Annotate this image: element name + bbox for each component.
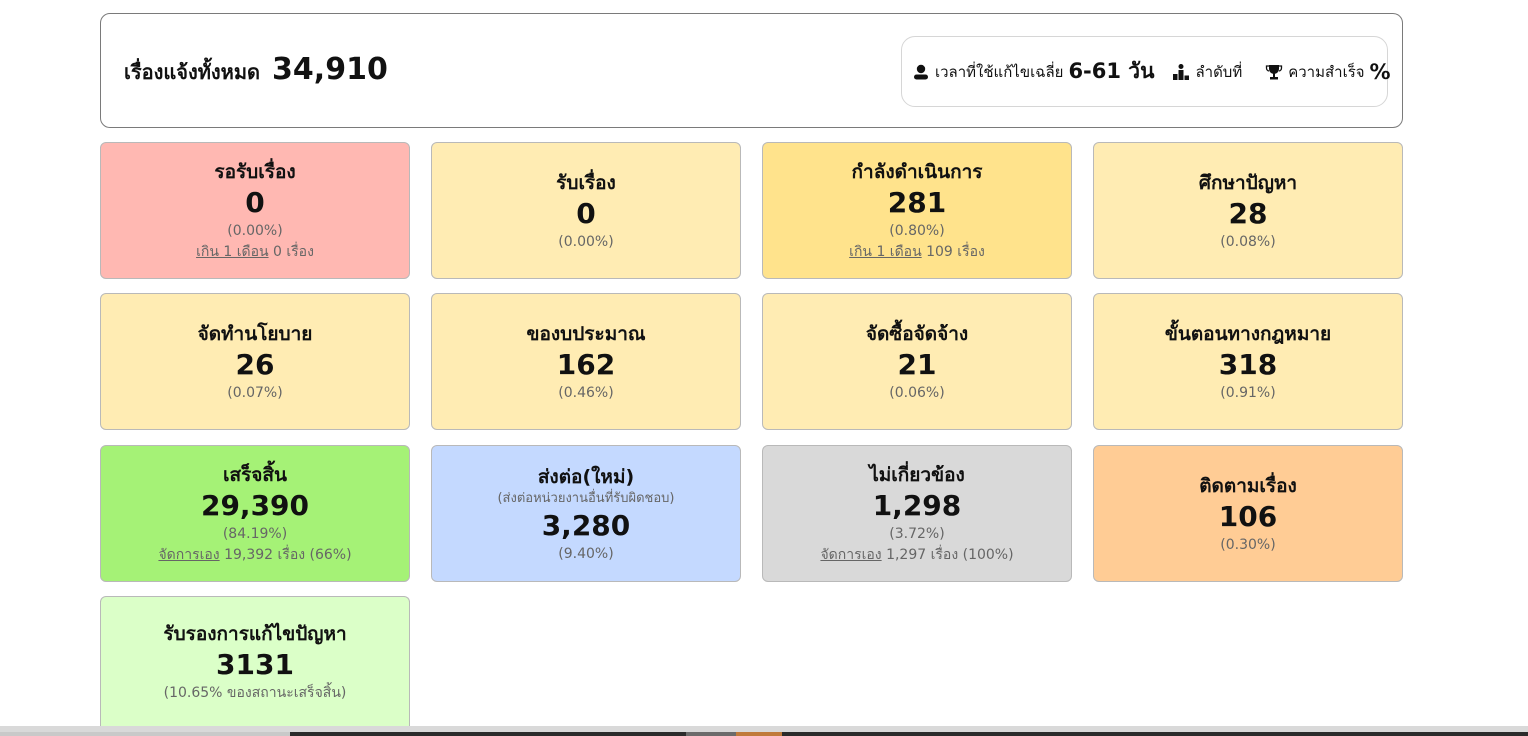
card-percent: (0.80%) <box>889 222 945 239</box>
card-title: จัดซื้อจัดจ้าง <box>865 322 969 345</box>
avg-time-label: เวลาที่ใช้แก้ไขเฉลี่ย <box>935 62 1064 81</box>
status-card-policy[interactable]: จัดทำนโยบาย 26 (0.07%) <box>100 293 410 430</box>
success-value: % <box>1369 59 1391 84</box>
status-card-certified[interactable]: รับรองการแก้ไขปัญหา 3131 (10.65% ของสถาน… <box>100 596 410 726</box>
total-reports-count: 34,910 <box>272 52 388 87</box>
card-subtitle: (ส่งต่อหน่วยงานอื่นที่รับผิดชอบ) <box>497 490 675 506</box>
status-card-procurement[interactable]: จัดซื้อจัดจ้าง 21 (0.06%) <box>762 293 1072 430</box>
card-count: 29,390 <box>200 488 310 522</box>
total-reports: เรื่องแจ้งทั้งหมด 34,910 <box>124 52 388 88</box>
status-card-forwarded[interactable]: ส่งต่อ(ใหม่) (ส่งต่อหน่วยงานอื่นที่รับผิ… <box>431 445 741 582</box>
card-percent: (9.40%) <box>558 545 614 562</box>
card-percent: (84.19%) <box>222 525 288 542</box>
card-title: ติดตามเรื่อง <box>1199 474 1297 497</box>
self-handled-count: 19,392 เรื่อง (66%) <box>219 546 352 563</box>
card-title: เสร็จสิ้น <box>222 463 287 486</box>
self-handled-count: 1,297 เรื่อง (100%) <box>881 546 1014 563</box>
ranking-icon <box>1172 63 1190 81</box>
card-count: 318 <box>1218 347 1278 381</box>
overdue-count: 109 เรื่อง <box>921 243 985 260</box>
card-percent: (0.46%) <box>558 384 614 401</box>
rank-metric: ลำดับที่ <box>1172 60 1247 84</box>
status-card-study[interactable]: ศึกษาปัญหา 28 (0.08%) <box>1093 142 1403 279</box>
card-note: เกิน 1 เดือน 109 เรื่อง <box>849 241 985 263</box>
card-percent: (0.08%) <box>1220 233 1276 250</box>
card-title: กำลังดำเนินการ <box>851 160 983 183</box>
status-card-legal[interactable]: ขั้นตอนทางกฎหมาย 318 (0.91%) <box>1093 293 1403 430</box>
user-clock-icon <box>912 63 930 81</box>
avg-time-value: 6-61 วัน <box>1068 59 1155 83</box>
taskbar-app-button[interactable] <box>736 732 782 736</box>
card-count: 3,280 <box>541 508 631 542</box>
total-reports-label: เรื่องแจ้งทั้งหมด <box>124 60 261 84</box>
status-card-not-related[interactable]: ไม่เกี่ยวข้อง 1,298 (3.72%) จัดการเอง 1,… <box>762 445 1072 582</box>
taskbar-app-button[interactable] <box>686 732 736 736</box>
overdue-link[interactable]: เกิน 1 เดือน <box>849 244 922 260</box>
card-title: ส่งต่อ(ใหม่) <box>537 465 635 488</box>
taskbar-segment <box>0 732 290 736</box>
avg-time-metric: เวลาที่ใช้แก้ไขเฉลี่ย 6-61 วัน <box>912 55 1154 88</box>
card-title: รับเรื่อง <box>556 171 616 194</box>
card-title: รับรองการแก้ไขปัญหา <box>163 622 347 645</box>
metrics-panel: เวลาที่ใช้แก้ไขเฉลี่ย 6-61 วัน ลำดับที่ <box>901 36 1391 107</box>
status-card-completed[interactable]: เสร็จสิ้น 29,390 (84.19%) จัดการเอง 19,3… <box>100 445 410 582</box>
card-title: รอรับเรื่อง <box>214 160 296 183</box>
card-percent: (10.65% ของสถานะเสร็จสิ้น) <box>163 684 347 701</box>
card-note: จัดการเอง 19,392 เรื่อง (66%) <box>158 544 351 566</box>
card-count: 28 <box>1228 196 1268 230</box>
success-metric: ความสำเร็จ % <box>1265 59 1391 84</box>
summary-card: เรื่องแจ้งทั้งหมด 34,910 เวลาที่ใช้แก้ไข… <box>100 13 1403 128</box>
card-count: 0 <box>245 185 265 219</box>
dashboard-page: เรื่องแจ้งทั้งหมด 34,910 เวลาที่ใช้แก้ไข… <box>0 0 1528 736</box>
self-handled-link[interactable]: จัดการเอง <box>820 547 881 563</box>
overdue-link[interactable]: เกิน 1 เดือน <box>196 244 269 260</box>
card-title: ของบประมาณ <box>526 322 646 345</box>
card-note: จัดการเอง 1,297 เรื่อง (100%) <box>820 544 1013 566</box>
card-percent: (3.72%) <box>889 525 945 542</box>
card-percent: (0.00%) <box>227 222 283 239</box>
trophy-icon <box>1265 63 1283 81</box>
overdue-count: 0 เรื่อง <box>268 243 314 260</box>
status-card-in-progress[interactable]: กำลังดำเนินการ 281 (0.80%) เกิน 1 เดือน … <box>762 142 1072 279</box>
card-title: ศึกษาปัญหา <box>1198 171 1298 194</box>
card-percent: (0.06%) <box>889 384 945 401</box>
card-count: 26 <box>235 347 275 381</box>
self-handled-link[interactable]: จัดการเอง <box>158 547 219 563</box>
status-card-follow-up[interactable]: ติดตามเรื่อง 106 (0.30%) <box>1093 445 1403 582</box>
card-count: 106 <box>1218 499 1278 533</box>
card-percent: (0.91%) <box>1220 384 1276 401</box>
taskbar-segment <box>290 732 1528 736</box>
card-count: 0 <box>576 196 596 230</box>
card-percent: (0.30%) <box>1220 536 1276 553</box>
card-title: ไม่เกี่ยวข้อง <box>869 463 965 486</box>
card-percent: (0.00%) <box>558 233 614 250</box>
status-card-pending[interactable]: รอรับเรื่อง 0 (0.00%) เกิน 1 เดือน 0 เรื… <box>100 142 410 279</box>
taskbar <box>0 726 1528 736</box>
card-count: 21 <box>897 347 937 381</box>
card-count: 281 <box>887 185 947 219</box>
status-card-budget[interactable]: ของบประมาณ 162 (0.46%) <box>431 293 741 430</box>
card-count: 3131 <box>216 647 294 681</box>
card-title: ขั้นตอนทางกฎหมาย <box>1164 322 1332 345</box>
card-count: 162 <box>556 347 616 381</box>
card-note: เกิน 1 เดือน 0 เรื่อง <box>196 241 314 263</box>
success-label: ความสำเร็จ <box>1288 62 1365 81</box>
card-title: จัดทำนโยบาย <box>197 322 313 345</box>
card-count: 1,298 <box>872 488 962 522</box>
card-percent: (0.07%) <box>227 384 283 401</box>
status-card-received[interactable]: รับเรื่อง 0 (0.00%) <box>431 142 741 279</box>
rank-label: ลำดับที่ <box>1195 62 1243 81</box>
